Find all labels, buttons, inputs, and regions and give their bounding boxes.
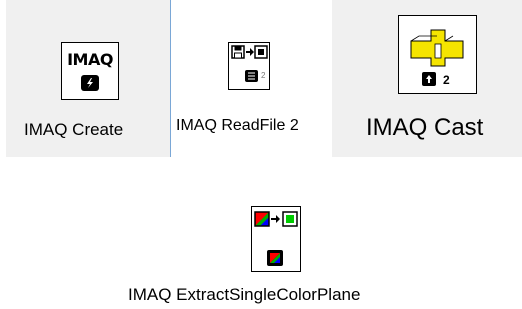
imaq-create-icon[interactable]: IMAQ bbox=[61, 42, 119, 100]
imaq-readfile-label: IMAQ ReadFile 2 bbox=[176, 117, 299, 134]
imaq-create-icon-text: IMAQ bbox=[67, 50, 113, 69]
image-badge-icon bbox=[81, 75, 99, 91]
imaq-extract-color-plane-icon[interactable] bbox=[251, 206, 301, 272]
file-to-image-icon bbox=[228, 42, 270, 90]
imaq-create-label: IMAQ Create bbox=[24, 120, 124, 139]
imaq-readfile-icon[interactable]: 2 bbox=[228, 42, 270, 90]
imaq-cast-icon[interactable]: 2 bbox=[398, 15, 477, 94]
color-plane-icon bbox=[251, 206, 301, 272]
imaq-readfile-badge-number: 2 bbox=[261, 71, 266, 80]
imaq-cast-label: IMAQ Cast bbox=[366, 114, 484, 141]
imaq-extract-color-plane-label: IMAQ ExtractSingleColorPlane bbox=[128, 285, 361, 304]
imaq-cast-badge-number: 2 bbox=[443, 73, 450, 87]
cast-arrow-icon bbox=[410, 29, 464, 86]
